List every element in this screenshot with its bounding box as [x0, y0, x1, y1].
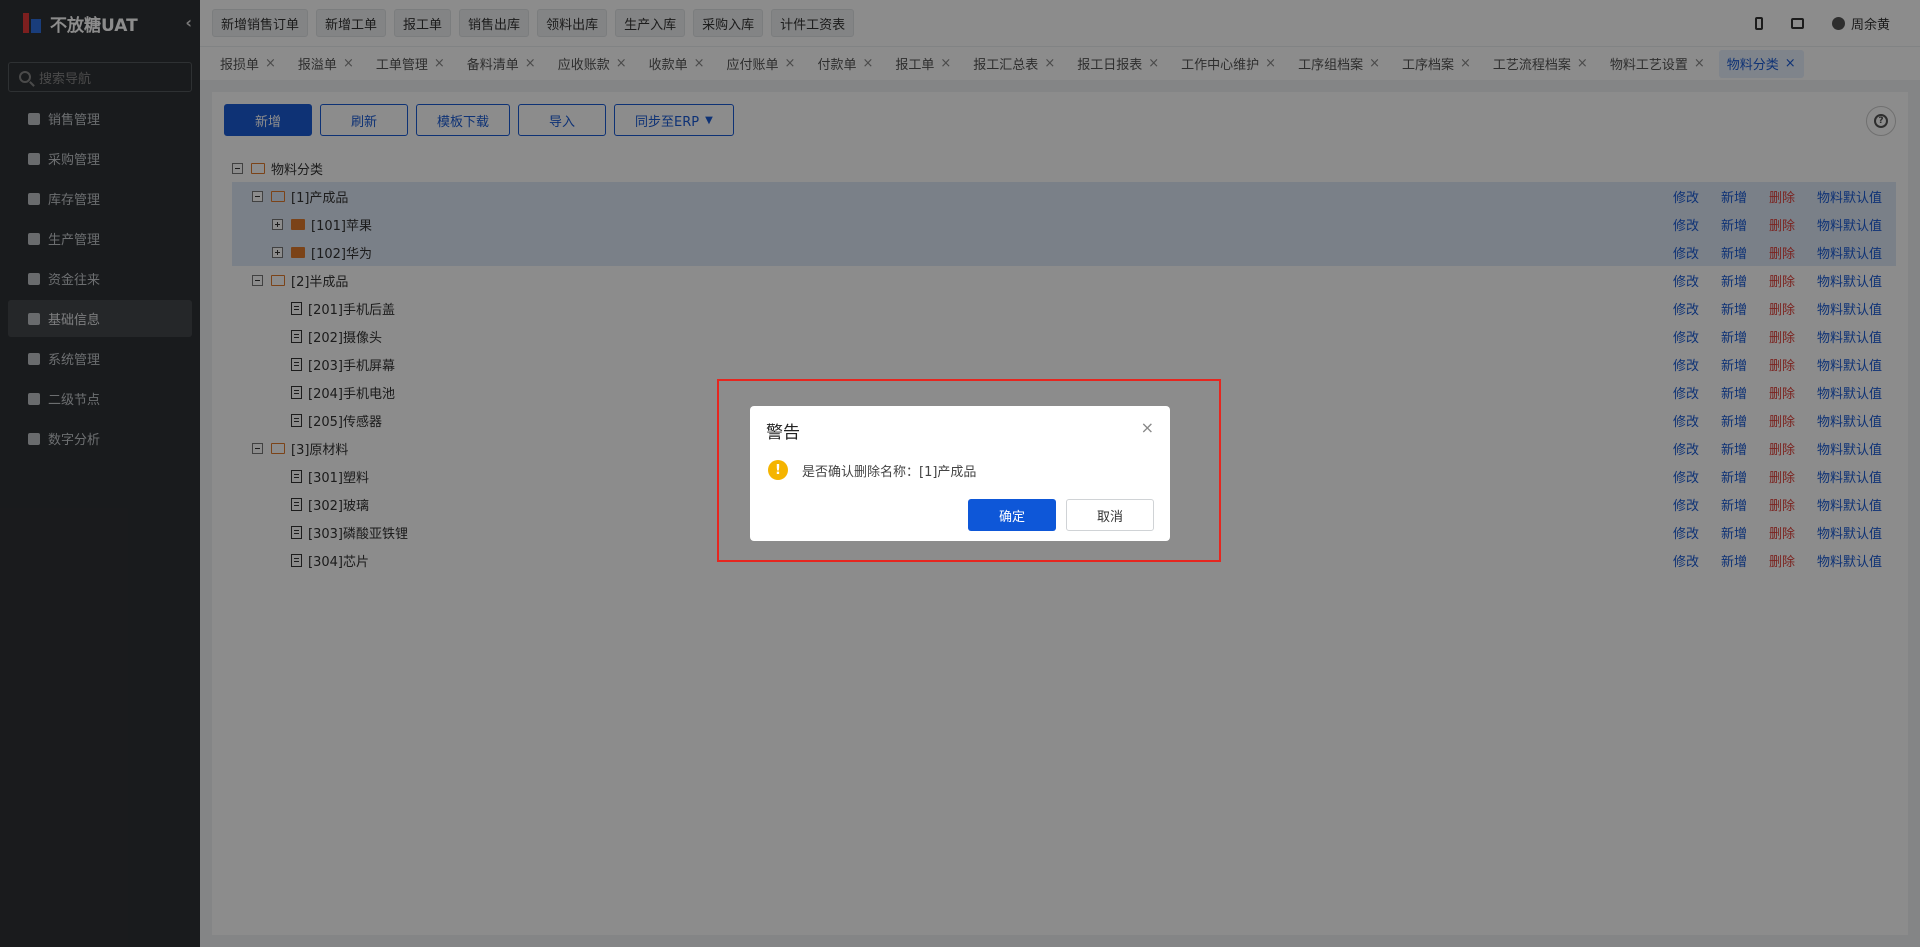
dialog-message-text: 是否确认删除名称：[1]产成品: [802, 464, 977, 480]
dialog-message: ! 是否确认删除名称：[1]产成品: [768, 460, 976, 480]
cancel-button[interactable]: 取消: [1066, 499, 1154, 531]
close-icon[interactable]: ×: [1141, 418, 1154, 437]
dialog-title: 警告: [766, 423, 800, 443]
confirm-button[interactable]: 确定: [968, 499, 1056, 531]
warning-dialog: 警告 × ! 是否确认删除名称：[1]产成品 确定 取消: [750, 406, 1170, 541]
warning-icon: !: [768, 460, 788, 480]
